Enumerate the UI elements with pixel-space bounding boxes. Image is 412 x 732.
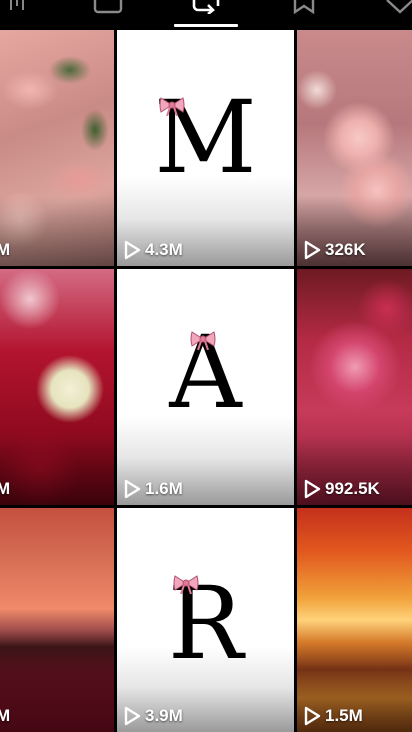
view-count: 326K (303, 240, 366, 260)
pink-bow-icon (173, 575, 199, 594)
play-icon (124, 240, 141, 260)
video-thumbnail[interactable]: 1.5M (297, 508, 412, 732)
video-thumbnail[interactable]: M 4.3M (117, 30, 294, 266)
thumbnail-letter: M (154, 79, 257, 196)
tab-private[interactable] (78, 0, 138, 29)
video-thumbnail[interactable]: R 3.9M (117, 508, 294, 732)
view-count: M (0, 706, 11, 725)
pink-bow-icon (159, 97, 185, 116)
repost-icon (190, 0, 222, 14)
bookmark-icon (291, 0, 317, 14)
play-icon (124, 479, 141, 499)
grid-icon (0, 0, 30, 14)
view-count: 992.5K (303, 479, 380, 499)
video-grid: M M 4.3M 326K M A 1.6M 992.5K M R 3.9M 1… (0, 30, 412, 732)
tab-favorites[interactable] (274, 0, 334, 29)
video-thumbnail[interactable]: 992.5K (297, 269, 412, 505)
tab-liked[interactable] (370, 0, 412, 29)
thumbnail-letter: R (167, 565, 244, 682)
play-icon (304, 706, 321, 726)
video-thumbnail[interactable]: M (0, 508, 114, 732)
view-count: 1.5M (303, 706, 363, 726)
play-icon (304, 479, 321, 499)
video-thumbnail[interactable]: M (0, 30, 114, 266)
view-count: 1.6M (123, 479, 183, 499)
view-count: 4.3M (123, 240, 183, 260)
liked-icon (383, 0, 412, 14)
play-icon (304, 240, 321, 260)
play-icon (124, 706, 141, 726)
pink-bow-icon (190, 331, 216, 350)
video-thumbnail[interactable]: 326K (297, 30, 412, 266)
video-thumbnail[interactable]: A 1.6M (117, 269, 294, 505)
active-tab-indicator (174, 24, 238, 27)
lock-icon (93, 0, 123, 14)
view-count: M (0, 479, 11, 498)
tab-videos[interactable] (0, 0, 40, 29)
view-count: 3.9M (123, 706, 183, 726)
profile-tab-bar (0, 0, 412, 29)
video-thumbnail[interactable]: M (0, 269, 114, 505)
view-count: M (0, 240, 11, 259)
